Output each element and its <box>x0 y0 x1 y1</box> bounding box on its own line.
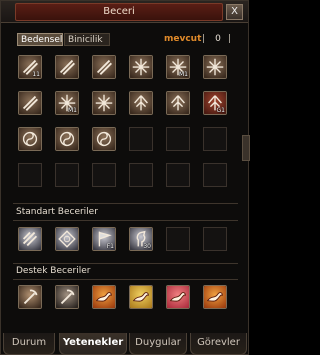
support-skill-slot[interactable] <box>203 285 227 309</box>
title-bar[interactable]: Beceri X <box>1 1 248 23</box>
divider <box>13 203 238 204</box>
pickaxe-icon <box>56 286 78 308</box>
skill-slot[interactable] <box>18 91 42 115</box>
skill-slot[interactable]: M1 <box>166 55 190 79</box>
empty-skill-slot[interactable] <box>18 163 42 187</box>
support-skills-heading: Destek Beceriler <box>16 266 91 276</box>
standard-skill-slot[interactable] <box>18 227 42 251</box>
close-button[interactable]: X <box>226 4 243 20</box>
empty-skill-slot[interactable] <box>129 127 153 151</box>
knot-icon <box>56 228 78 250</box>
skill-level-badge: F1 <box>106 243 114 250</box>
divider <box>13 279 238 280</box>
skill-slot[interactable] <box>129 91 153 115</box>
empty-skill-slot[interactable] <box>203 227 227 251</box>
slash-strike-icon <box>56 56 78 78</box>
skill-slot[interactable]: 11 <box>18 55 42 79</box>
divider <box>13 263 238 264</box>
empty-skill-slot[interactable] <box>166 227 190 251</box>
skill-slot[interactable] <box>18 127 42 151</box>
support-skill-slot[interactable] <box>92 285 116 309</box>
support-skill-slot[interactable] <box>18 285 42 309</box>
empty-skill-slot[interactable] <box>203 127 227 151</box>
standard-skill-slot[interactable]: 30 <box>129 227 153 251</box>
tab-bedensel[interactable]: Bedensel <box>17 33 63 46</box>
combo-icon <box>19 228 41 250</box>
support-skill-slot[interactable] <box>129 285 153 309</box>
tab-gorevler[interactable]: Görevler <box>190 333 247 355</box>
standard-skills-heading: Standart Beceriler <box>16 207 98 217</box>
empty-skill-slot[interactable] <box>129 163 153 187</box>
arrow-up-icon <box>130 92 152 114</box>
skill-slot[interactable] <box>92 91 116 115</box>
skill-slot[interactable] <box>55 127 79 151</box>
skill-slot[interactable]: G1 <box>203 91 227 115</box>
support-skill-slot[interactable] <box>55 285 79 309</box>
burst-icon <box>130 56 152 78</box>
dragon-orange-icon <box>93 286 115 308</box>
swirl-icon <box>56 128 78 150</box>
skill-level-badge: 11 <box>32 71 40 78</box>
empty-skill-slot[interactable] <box>92 163 116 187</box>
standard-skill-slot[interactable]: F1 <box>92 227 116 251</box>
yin-yang-icon <box>93 128 115 150</box>
points-divider-left: | <box>202 34 206 44</box>
skill-level-badge: M1 <box>68 107 77 114</box>
skill-slot[interactable] <box>92 127 116 151</box>
empty-skill-slot[interactable] <box>203 163 227 187</box>
dragon-pink-icon <box>167 286 189 308</box>
skill-window: Beceri X Bedensel Binicilik mevcut | 0 |… <box>0 0 250 355</box>
shield-burst-icon <box>93 92 115 114</box>
support-skill-slot[interactable] <box>166 285 190 309</box>
tab-durum[interactable]: Durum <box>3 333 55 355</box>
bottom-tab-bar: Durum Yetenekler Duygular Görevler <box>1 333 248 355</box>
title-plate: Beceri <box>15 3 223 21</box>
points-divider-right: | <box>228 34 232 44</box>
divider <box>13 220 238 221</box>
skill-slot[interactable]: M1 <box>55 91 79 115</box>
skill-slot[interactable] <box>129 55 153 79</box>
skill-slot[interactable] <box>55 55 79 79</box>
skill-level-badge: G1 <box>216 107 225 114</box>
dragon-yellow-icon <box>130 286 152 308</box>
empty-skill-slot[interactable] <box>166 163 190 187</box>
star-spin-icon <box>204 56 226 78</box>
empty-skill-slot[interactable] <box>166 127 190 151</box>
skill-slot[interactable] <box>166 91 190 115</box>
mining-icon <box>19 286 41 308</box>
whirl-icon <box>19 128 41 150</box>
dragon-orange-icon <box>204 286 226 308</box>
skill-slot[interactable] <box>92 55 116 79</box>
available-points-value: 0 <box>215 34 221 44</box>
skill-level-badge: 30 <box>143 243 151 250</box>
skill-level-badge: M1 <box>179 71 188 78</box>
triple-slash-icon <box>93 56 115 78</box>
window-title: Beceri <box>103 6 135 17</box>
empty-skill-slot[interactable] <box>55 163 79 187</box>
dash-icon <box>19 92 41 114</box>
available-points-label: mevcut <box>164 34 202 44</box>
side-handle[interactable] <box>242 135 250 161</box>
standard-skill-slot[interactable] <box>55 227 79 251</box>
tab-binicilik[interactable]: Binicilik <box>64 33 110 46</box>
arrow-rise-icon <box>167 92 189 114</box>
tab-duygular[interactable]: Duygular <box>129 333 187 355</box>
skill-slot[interactable] <box>203 55 227 79</box>
tab-yetenekler[interactable]: Yetenekler <box>59 333 127 355</box>
